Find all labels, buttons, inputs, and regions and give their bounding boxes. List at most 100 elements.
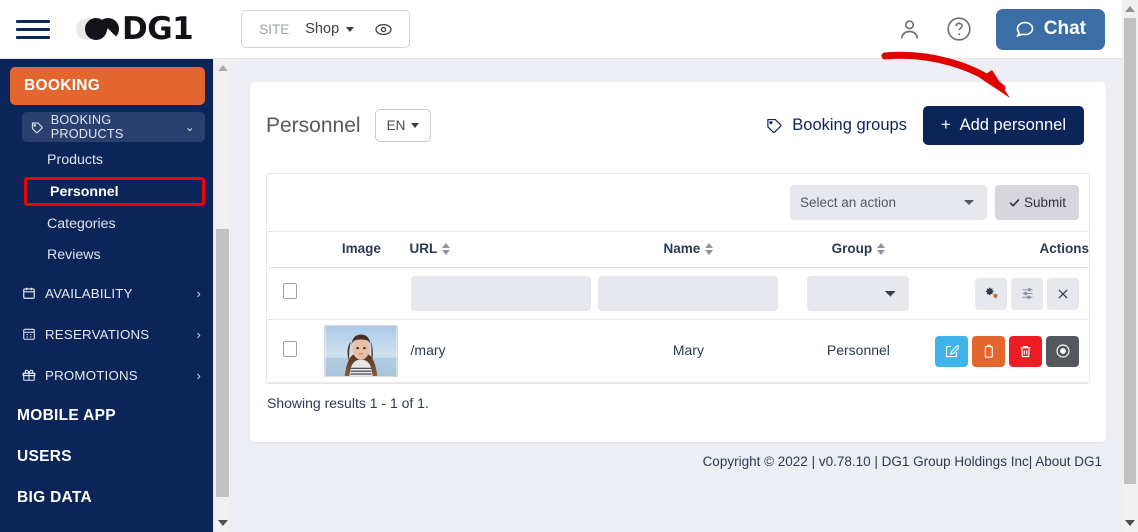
chevron-down-icon: ⌄ [184,120,195,134]
close-icon [1058,288,1068,299]
help-button[interactable] [946,16,972,42]
hamburger-icon[interactable] [16,16,50,42]
site-shop-dropdown[interactable]: Shop [305,21,370,37]
row-group-value: Personnel [826,342,890,358]
chevron-right-icon: › [196,367,201,383]
table-head: Image URL Name Group Actions [267,231,1089,268]
eye-icon [375,23,392,35]
column-url[interactable]: URL [409,231,595,268]
row-image-cell [313,319,410,383]
delete-button[interactable] [1009,335,1042,367]
scroll-down-arrow-icon[interactable] [1125,520,1135,526]
preview-site-button[interactable] [370,20,409,39]
trash-icon [1020,345,1031,357]
sort-icon[interactable] [705,242,714,255]
plus-icon: + [940,116,951,134]
calendar-grid-icon [23,328,35,340]
sidebar-item-personnel[interactable]: Personnel [24,177,205,206]
results-summary: Showing results 1 - 1 of 1. [267,395,429,411]
top-bar-actions: Chat [897,8,1122,50]
sidebar-item-plugins[interactable]: PLUGINS [0,522,213,532]
top-bar: DG1 SITE Shop Chat [0,0,1122,59]
calendar-icon [23,287,35,299]
sidebar-item-promotions[interactable]: PROMOTIONS › [0,359,213,391]
account-button[interactable] [897,17,922,42]
sort-icon[interactable] [442,242,451,255]
column-group[interactable]: Group [782,231,934,268]
filter-settings-button[interactable] [1011,277,1043,310]
column-name[interactable]: Name [594,231,783,268]
personnel-table-container: Select an action Submit Image URL Name G… [266,173,1090,384]
language-selector[interactable]: EN [374,109,432,142]
sort-icon[interactable] [877,242,886,255]
brand-logo[interactable]: DG1 [76,11,194,47]
filter-url-input[interactable] [410,276,591,311]
footer-copyright[interactable]: Copyright © 2022 | v0.78.10 | DG1 Group … [250,454,1106,469]
brand-name: DG1 [122,11,194,47]
hamburger-line [16,35,50,39]
sidebar-item-big-data[interactable]: BIG DATA [0,481,213,514]
sidebar-item-categories[interactable]: Categories [0,210,213,237]
app-root: DG1 SITE Shop Chat BOOKING BOOKING PRODU… [0,0,1138,532]
chevron-down-icon [346,26,355,32]
sliders-icon [1022,288,1032,299]
advanced-filter-button[interactable] [975,277,1007,310]
site-selector[interactable]: SITE Shop [241,10,411,48]
card-header: Personnel EN Booking groups + Add person… [250,82,1106,145]
sidebar-item-label: Reviews [47,246,101,263]
table-row: /mary Mary Personnel [267,319,1089,383]
edit-button[interactable] [935,335,968,367]
sidebar-item-products[interactable]: Products [0,146,213,173]
hamburger-line [16,27,50,31]
submit-label: Submit [1023,195,1066,210]
edit-icon [945,344,959,357]
select-all-checkbox[interactable] [283,283,298,299]
filter-name-input[interactable] [598,276,779,311]
site-shop-label: Shop [305,21,340,37]
scroll-up-arrow-icon[interactable] [1125,6,1135,12]
clear-filter-button[interactable] [1047,277,1079,310]
sidebar-item-label: PROMOTIONS [45,367,138,383]
preview-button[interactable] [1046,335,1079,367]
sidebar-item-mobile-app[interactable]: MOBILE APP [0,399,213,432]
table-header-row: Image URL Name Group Actions [267,231,1089,268]
sidebar-item-availability[interactable]: AVAILABILITY › [0,277,213,309]
bulk-action-bar: Select an action Submit [267,174,1089,231]
sidebar-item-users[interactable]: USERS [0,440,213,473]
filter-image-cell [313,267,410,320]
sidebar-scrollbar[interactable] [213,59,230,532]
personnel-card: Personnel EN Booking groups + Add person… [250,82,1106,442]
duplicate-button[interactable] [972,335,1005,367]
sidebar: BOOKING BOOKING PRODUCTS ⌄ Products Pers… [0,59,213,532]
row-group-cell: Personnel [782,319,934,383]
sidebar-item-booking-products[interactable]: BOOKING PRODUCTS ⌄ [22,112,205,142]
row-select-cell [267,319,314,383]
sidebar-section-booking[interactable]: BOOKING [10,67,205,105]
row-checkbox[interactable] [283,340,298,357]
add-personnel-button[interactable]: + Add personnel [922,106,1084,145]
booking-groups-button[interactable]: Booking groups [766,116,907,135]
scroll-up-arrow-icon[interactable] [218,65,228,71]
hamburger-line [16,19,50,23]
chat-button[interactable]: Chat [995,8,1105,50]
site-label: SITE [259,21,290,37]
user-icon [900,19,918,38]
sidebar-scrollbar-thumb[interactable] [216,229,229,497]
booking-groups-label: Booking groups [792,116,907,134]
sidebar-item-label: BIG DATA [17,488,93,506]
row-url-value[interactable]: /mary [411,342,446,358]
add-personnel-label: Add personnel [959,116,1066,134]
submit-button[interactable]: Submit [994,185,1079,220]
page-scrollbar-thumb[interactable] [1124,18,1136,484]
filter-name-cell [594,267,783,320]
sidebar-item-label: Products [47,151,103,168]
personnel-table: Image URL Name Group Actions /mary Mary … [267,231,1089,383]
column-actions: Actions [934,231,1089,268]
sidebar-item-reservations[interactable]: RESERVATIONS › [0,318,213,350]
sidebar-item-reviews[interactable]: Reviews [0,241,213,268]
scroll-down-arrow-icon[interactable] [218,520,228,526]
filter-group-select[interactable] [807,276,910,311]
page-scrollbar[interactable] [1122,0,1138,532]
sidebar-item-label: Categories [47,215,116,232]
select-action-dropdown[interactable]: Select an action [789,185,987,220]
